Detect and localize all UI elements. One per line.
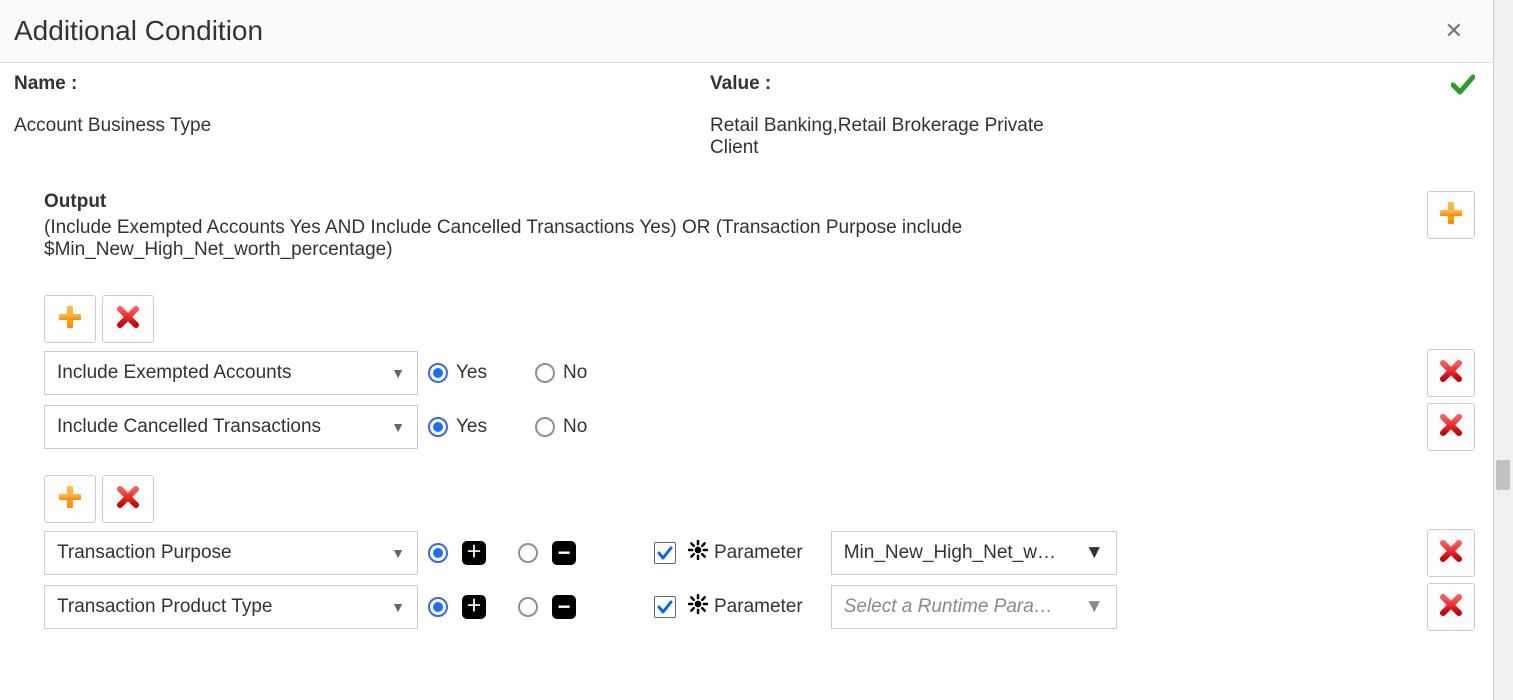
- radio-yes-label: Yes: [456, 416, 487, 438]
- parameter-select[interactable]: Min_New_High_Net_w… ▼: [831, 531, 1117, 575]
- output-label: Output: [44, 191, 1034, 213]
- confirm-icon[interactable]: [1451, 84, 1475, 101]
- plus-icon: [57, 304, 83, 335]
- chevron-down-icon: ▼: [391, 545, 405, 561]
- output-expression: (Include Exempted Accounts Yes AND Inclu…: [44, 217, 1034, 261]
- rule-row: Include Cancelled Transactions ▼ Yes No: [44, 403, 1475, 451]
- parameter-select-placeholder: Select a Runtime Para…: [844, 596, 1053, 618]
- gear-icon: [688, 540, 708, 566]
- close-button[interactable]: ✕: [1437, 14, 1471, 48]
- parameter-label: Parameter: [714, 542, 803, 564]
- rule-field-value: Include Cancelled Transactions: [57, 416, 321, 438]
- condition-group: Transaction Purpose ▼ ＋ −: [44, 475, 1475, 631]
- radio-yes[interactable]: [428, 417, 448, 437]
- x-icon: [115, 304, 141, 335]
- rule-remove-button[interactable]: [1427, 403, 1475, 451]
- parameter-checkbox[interactable]: [654, 596, 676, 618]
- exclude-icon: −: [552, 541, 576, 565]
- chevron-down-icon: ▼: [1085, 596, 1104, 618]
- group-add-button[interactable]: [44, 475, 96, 523]
- radio-exclude[interactable]: [518, 597, 538, 617]
- scrollbar-thumb[interactable]: [1496, 460, 1510, 490]
- group-remove-button[interactable]: [102, 475, 154, 523]
- chevron-down-icon: ▼: [391, 599, 405, 615]
- radio-include[interactable]: [428, 543, 448, 563]
- radio-yes[interactable]: [428, 363, 448, 383]
- radio-no[interactable]: [535, 363, 555, 383]
- parameter-select-value: Min_New_High_Net_w…: [844, 542, 1056, 564]
- condition-group: Include Exempted Accounts ▼ Yes No: [44, 295, 1475, 451]
- radio-yes-label: Yes: [456, 362, 487, 384]
- include-icon: ＋: [462, 541, 486, 565]
- plus-icon: [1438, 200, 1464, 231]
- x-icon: [115, 484, 141, 515]
- name-label: Name :: [14, 73, 710, 95]
- add-group-button[interactable]: [1427, 191, 1475, 239]
- rule-field-select[interactable]: Transaction Purpose ▼: [44, 531, 418, 575]
- rule-field-select[interactable]: Include Cancelled Transactions ▼: [44, 405, 418, 449]
- radio-no[interactable]: [535, 417, 555, 437]
- scrollbar-track[interactable]: [1493, 0, 1513, 700]
- value-value: Retail Banking,Retail Brokerage Private …: [710, 115, 1070, 159]
- rule-field-value: Transaction Purpose: [57, 542, 232, 564]
- rule-field-select[interactable]: Include Exempted Accounts ▼: [44, 351, 418, 395]
- x-icon: [1438, 358, 1464, 389]
- x-icon: [1438, 412, 1464, 443]
- rule-remove-button[interactable]: [1427, 349, 1475, 397]
- group-remove-button[interactable]: [102, 295, 154, 343]
- name-value: Account Business Type: [14, 115, 710, 137]
- radio-exclude[interactable]: [518, 543, 538, 563]
- radio-include[interactable]: [428, 597, 448, 617]
- radio-no-label: No: [563, 416, 587, 438]
- rule-remove-button[interactable]: [1427, 583, 1475, 631]
- rule-field-value: Transaction Product Type: [57, 596, 272, 618]
- rule-row: Transaction Product Type ▼ ＋ −: [44, 583, 1475, 631]
- parameter-select[interactable]: Select a Runtime Para… ▼: [831, 585, 1117, 629]
- rule-field-value: Include Exempted Accounts: [57, 362, 291, 384]
- dialog-title: Additional Condition: [14, 15, 263, 47]
- parameter-label: Parameter: [714, 596, 803, 618]
- radio-no-label: No: [563, 362, 587, 384]
- parameter-checkbox[interactable]: [654, 542, 676, 564]
- chevron-down-icon: ▼: [391, 365, 405, 381]
- group-add-button[interactable]: [44, 295, 96, 343]
- rule-remove-button[interactable]: [1427, 529, 1475, 577]
- gear-icon: [688, 594, 708, 620]
- exclude-icon: −: [552, 595, 576, 619]
- rule-row: Transaction Purpose ▼ ＋ −: [44, 529, 1475, 577]
- plus-icon: [57, 484, 83, 515]
- chevron-down-icon: ▼: [1085, 542, 1104, 564]
- value-label: Value :: [710, 73, 1130, 95]
- rule-field-select[interactable]: Transaction Product Type ▼: [44, 585, 418, 629]
- include-icon: ＋: [462, 595, 486, 619]
- x-icon: [1438, 538, 1464, 569]
- x-icon: [1438, 592, 1464, 623]
- close-icon: ✕: [1445, 18, 1463, 43]
- rule-row: Include Exempted Accounts ▼ Yes No: [44, 349, 1475, 397]
- chevron-down-icon: ▼: [391, 419, 405, 435]
